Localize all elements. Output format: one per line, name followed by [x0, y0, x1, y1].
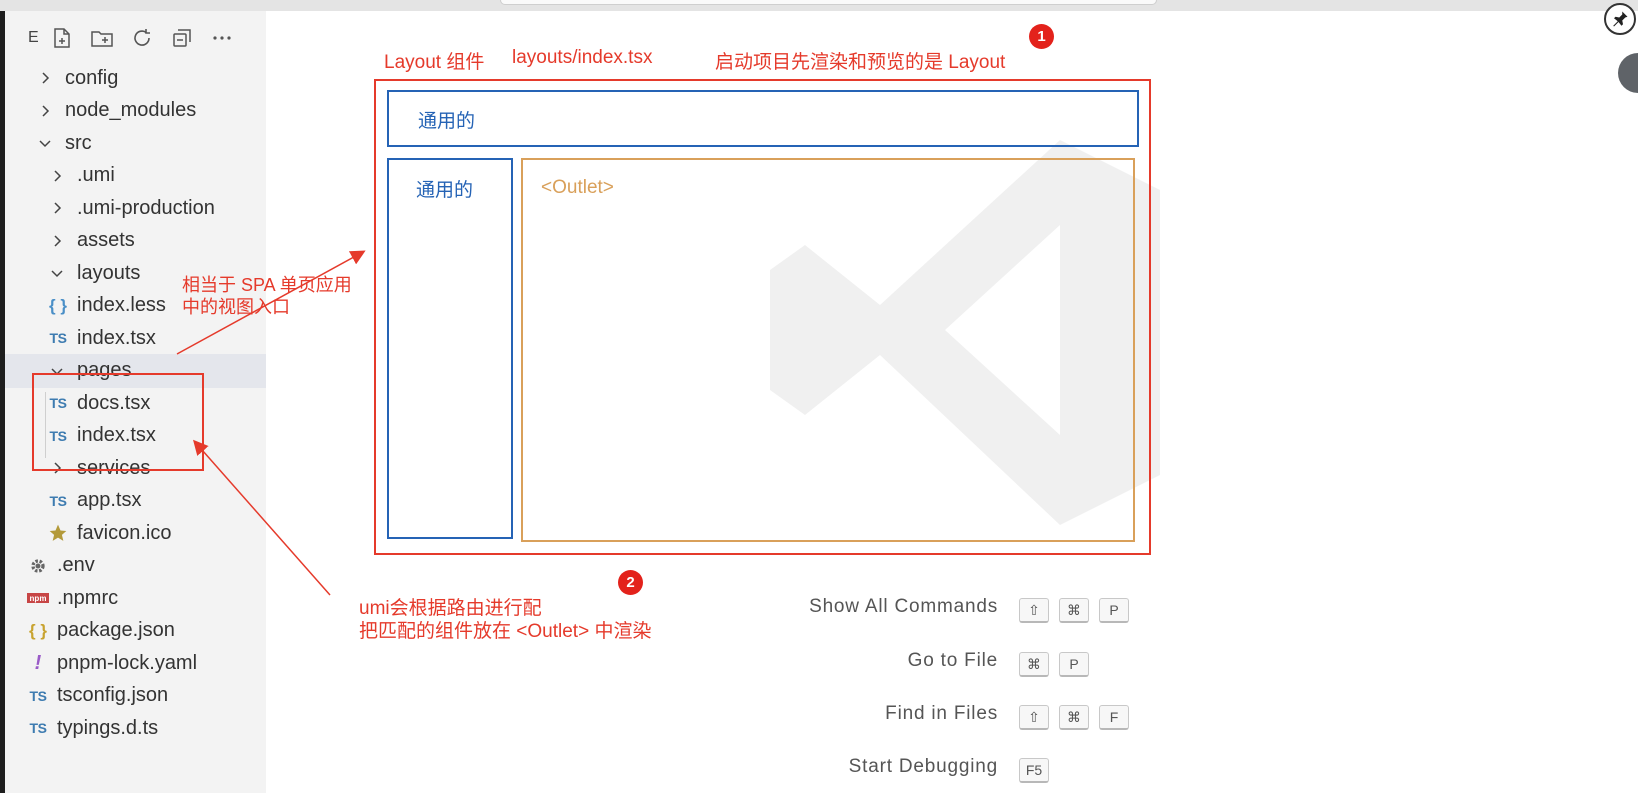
shortcut-label[interactable]: Go to File: [908, 650, 998, 672]
shortcut-keys: ⇧ ⌘ F: [1019, 705, 1129, 730]
spa-arrow: [176, 250, 366, 355]
keycap: ⌘: [1059, 705, 1089, 730]
shortcut-keys: ⌘ P: [1019, 652, 1089, 677]
keycap: P: [1059, 652, 1089, 677]
annotation-arrows: [176, 250, 366, 596]
keycap: ⇧: [1019, 705, 1049, 730]
keycap: ⇧: [1019, 598, 1049, 623]
shortcut-label[interactable]: Start Debugging: [849, 756, 998, 778]
keycap: F: [1099, 705, 1129, 730]
keycap: P: [1099, 598, 1129, 623]
pin-icon[interactable]: [1604, 3, 1636, 35]
keycap: ⌘: [1019, 652, 1049, 677]
umi-arrow: [193, 439, 331, 596]
shortcut-label[interactable]: Show All Commands: [809, 596, 998, 618]
shortcut-keys: ⇧ ⌘ P: [1019, 598, 1129, 623]
keycap: F5: [1019, 758, 1049, 783]
keycap: ⌘: [1059, 598, 1089, 623]
shortcut-label[interactable]: Find in Files: [885, 703, 998, 725]
shortcut-keys: F5: [1019, 758, 1049, 783]
